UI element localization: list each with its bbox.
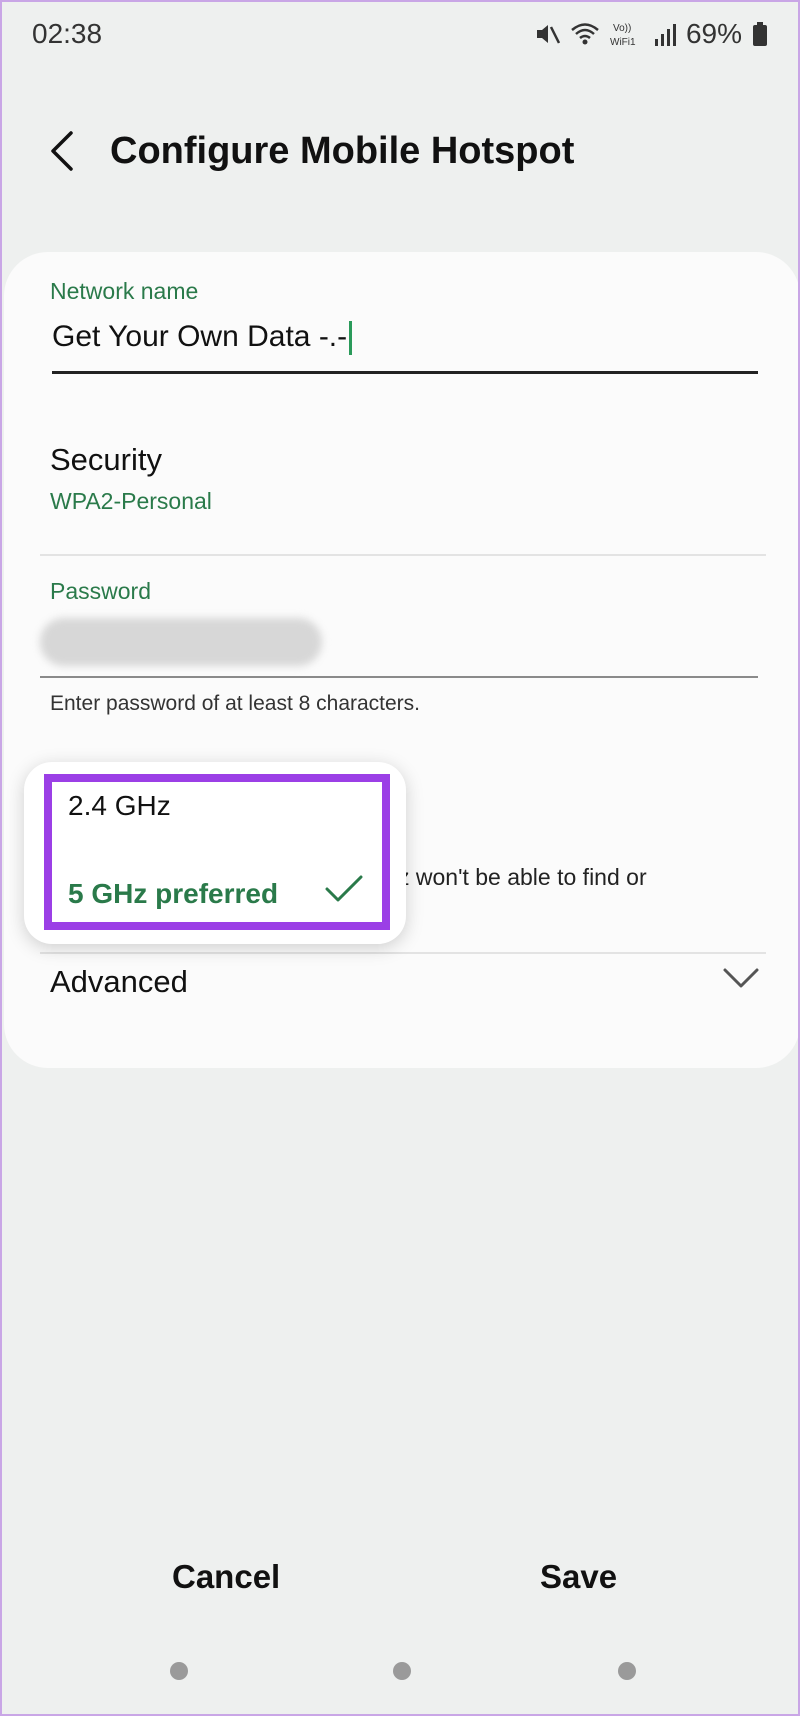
- battery-icon: [752, 21, 768, 47]
- password-value-redacted: [40, 618, 322, 666]
- chevron-down-icon: [722, 966, 760, 995]
- screen: 02:38 Vo)) WiFi1 69% Configure Mobile Ho…: [0, 0, 800, 1716]
- band-menu: 2.4 GHz 5 GHz preferred: [24, 762, 406, 944]
- settings-card: Network name Get Your Own Data -.- Secur…: [4, 252, 798, 1068]
- network-name-label: Network name: [50, 278, 199, 304]
- security-title: Security: [50, 442, 162, 477]
- nav-button-back[interactable]: [618, 1662, 636, 1680]
- nav-button-home[interactable]: [393, 1662, 411, 1680]
- password-label: Password: [50, 578, 151, 604]
- password-input[interactable]: [40, 612, 758, 678]
- advanced-label: Advanced: [50, 964, 188, 999]
- mute-icon: [534, 21, 560, 47]
- status-icons: Vo)) WiFi1 69%: [534, 18, 768, 50]
- svg-text:Vo)): Vo)): [613, 23, 631, 34]
- save-button[interactable]: Save: [540, 1558, 617, 1596]
- chevron-left-icon: [51, 131, 73, 171]
- status-bar: 02:38 Vo)) WiFi1 69%: [2, 2, 798, 72]
- password-hint: Enter password of at least 8 characters.: [50, 692, 421, 715]
- highlight-box: [44, 774, 390, 930]
- battery-percent: 69%: [685, 18, 742, 49]
- nav-button-recents[interactable]: [170, 1662, 188, 1680]
- security-value: WPA2-Personal: [50, 488, 212, 514]
- wifi-icon: [570, 21, 600, 47]
- svg-text:WiFi1: WiFi1: [610, 37, 636, 48]
- status-time: 02:38: [32, 18, 103, 49]
- signal-icon: [654, 21, 676, 47]
- network-name-value: Get Your Own Data -.-: [52, 320, 353, 356]
- cancel-button[interactable]: Cancel: [172, 1558, 280, 1596]
- page-title: Configure Mobile Hotspot: [110, 130, 575, 172]
- app-header: Configure Mobile Hotspot: [2, 112, 798, 192]
- back-button[interactable]: [42, 126, 82, 176]
- advanced-row[interactable]: Advanced: [4, 952, 798, 1052]
- security-row[interactable]: Security WPA2-Personal: [4, 442, 798, 552]
- vowifi-icon: Vo)) WiFi1: [610, 19, 644, 49]
- text-cursor: [349, 321, 353, 356]
- divider: [40, 554, 766, 556]
- band-note: z won't be able to find or: [398, 864, 647, 890]
